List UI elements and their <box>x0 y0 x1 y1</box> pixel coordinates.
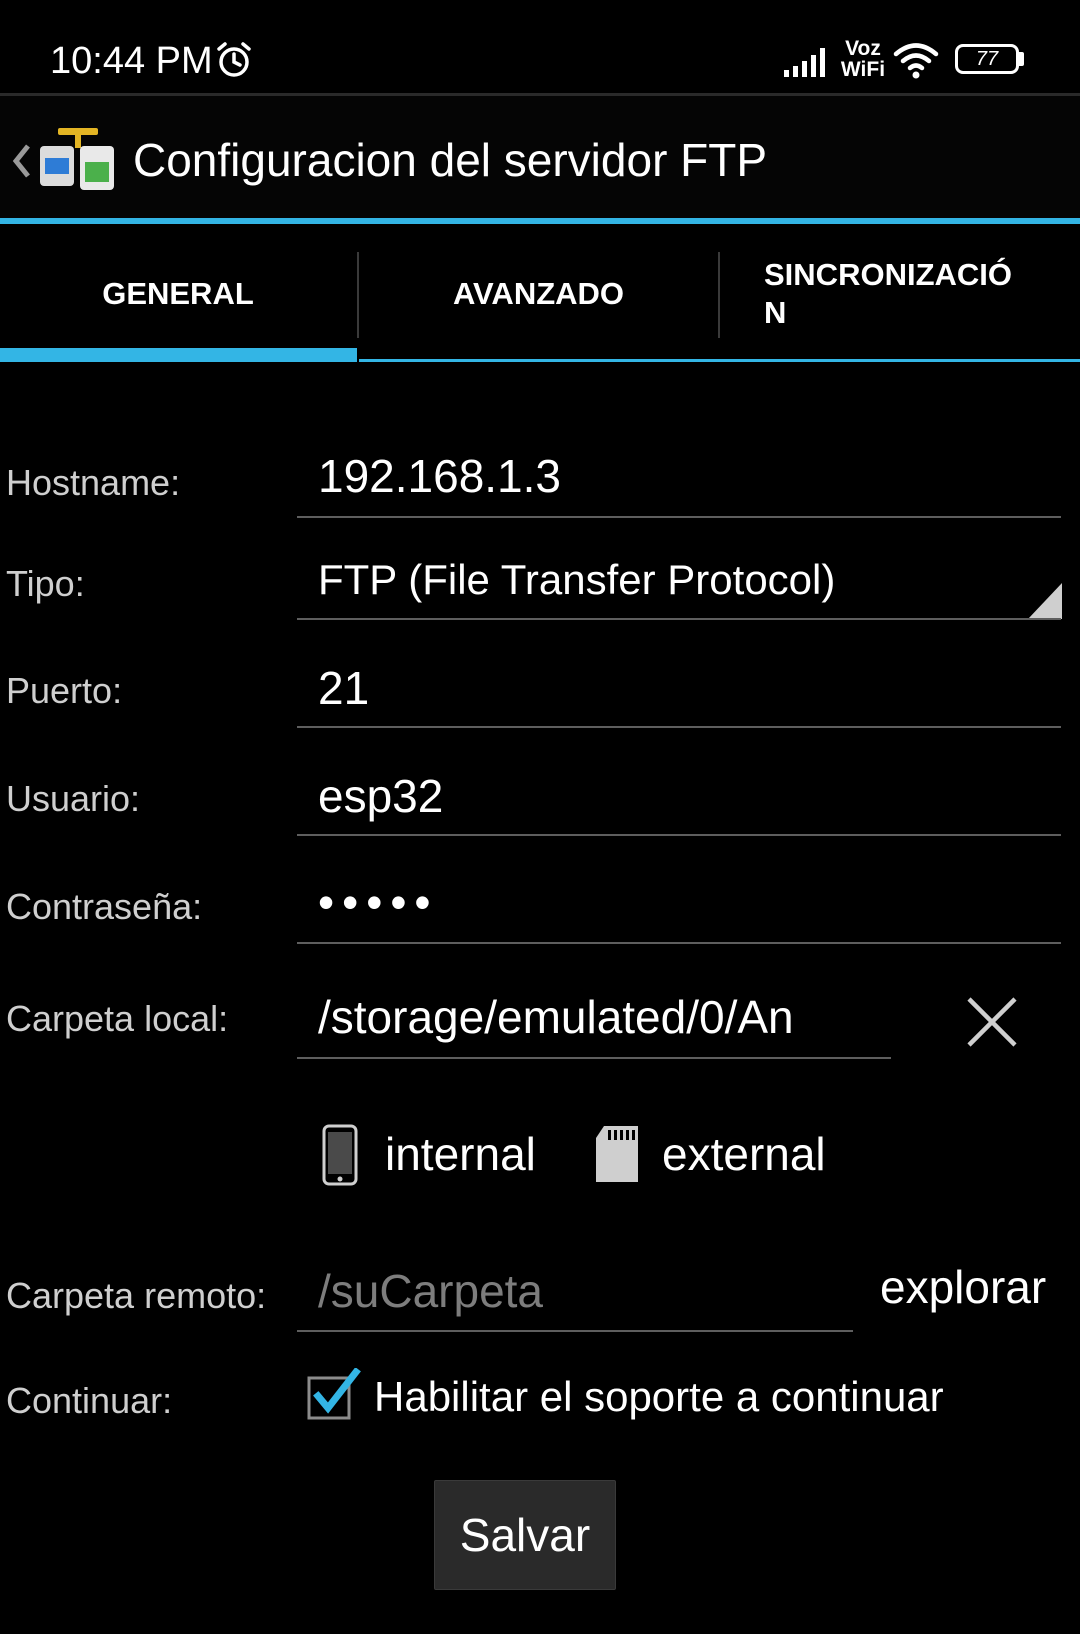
explorar-button[interactable]: explorar <box>880 1260 1046 1314</box>
tab-underline <box>359 359 1080 362</box>
wifi-icon <box>893 43 939 79</box>
tipo-select[interactable]: FTP (File Transfer Protocol) <box>318 556 1018 604</box>
sd-card-icon <box>596 1126 638 1182</box>
tab-avanzado[interactable]: AVANZADO <box>359 224 718 364</box>
contrasena-underline <box>297 942 1061 944</box>
carpeta-remoto-underline <box>297 1330 853 1332</box>
carpeta-local-label: Carpeta local: <box>6 998 229 1039</box>
continuar-label: Continuar: <box>6 1380 173 1421</box>
back-chevron-icon[interactable] <box>10 142 32 180</box>
puerto-label: Puerto: <box>6 670 123 711</box>
hostname-underline <box>297 516 1061 518</box>
internal-label: internal <box>385 1128 536 1180</box>
save-button[interactable]: Salvar <box>434 1480 616 1590</box>
contrasena-input[interactable]: ••••• <box>318 875 1058 929</box>
external-label: external <box>662 1128 826 1180</box>
carpeta-remoto-label: Carpeta remoto: <box>6 1275 267 1316</box>
dropdown-corner-icon <box>1028 583 1062 619</box>
tab-general-label: GENERAL <box>102 276 254 311</box>
carpeta-local-input[interactable]: /storage/emulated/0/An <box>318 990 874 1044</box>
carpeta-remoto-input[interactable]: /suCarpeta <box>318 1264 848 1318</box>
carpeta-local-underline <box>297 1057 891 1059</box>
continuar-checkbox[interactable] <box>306 1368 362 1422</box>
battery-icon: 77 <box>955 44 1019 74</box>
signal-strength-icon <box>784 48 825 77</box>
tab-sincronizacion-label-line2: N <box>764 295 787 330</box>
tab-sincronizacion-label-line1: SINCRONIZACIÓ <box>764 257 1012 292</box>
tipo-label: Tipo: <box>6 563 85 604</box>
contrasena-label: Contraseña: <box>6 886 203 927</box>
puerto-input[interactable]: 21 <box>318 661 1058 715</box>
tab-active-indicator <box>0 348 357 362</box>
tab-avanzado-label: AVANZADO <box>452 276 625 311</box>
voz-label: Voz <box>845 37 881 60</box>
puerto-underline <box>297 726 1061 728</box>
continuar-checkbox-label[interactable]: Habilitar el soporte a continuar <box>374 1373 944 1421</box>
tipo-underline <box>297 618 1061 620</box>
status-time: 10:44 PM <box>50 40 213 82</box>
hostname-input[interactable]: 192.168.1.3 <box>318 449 1058 503</box>
battery-tip <box>1019 52 1024 66</box>
tab-sincronizacion[interactable]: SINCRONIZACIÓ N <box>720 224 1080 364</box>
ftp-server-icon[interactable] <box>36 124 118 196</box>
usuario-input[interactable]: esp32 <box>318 769 1058 823</box>
clear-icon[interactable] <box>965 995 1019 1049</box>
hostname-label: Hostname: <box>6 462 181 503</box>
usuario-label: Usuario: <box>6 778 141 819</box>
battery-level: 77 <box>975 47 999 70</box>
tab-sincronizacion-label: SINCRONIZACIÓ N <box>720 256 1012 332</box>
tab-general[interactable]: GENERAL <box>0 224 356 364</box>
page-title: Configuracion del servidor FTP <box>133 134 768 186</box>
wifi-label: WiFi <box>840 58 886 81</box>
usuario-underline <box>297 834 1061 836</box>
phone-icon <box>322 1124 358 1186</box>
alarm-clock-icon <box>217 42 251 77</box>
external-storage-option[interactable]: external <box>596 1120 866 1200</box>
voz-wifi-indicator: Voz WiFi <box>840 38 886 80</box>
